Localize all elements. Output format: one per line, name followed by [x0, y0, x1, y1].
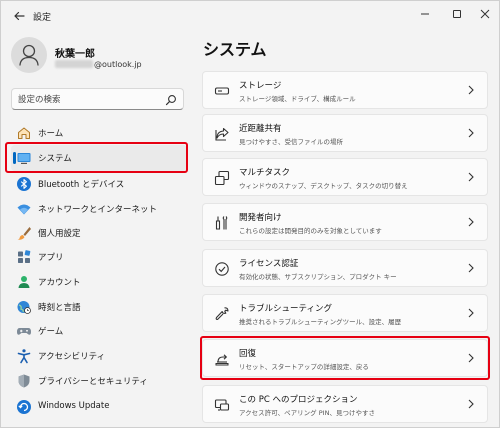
sidebar-item-home[interactable]: ホーム — [11, 120, 187, 146]
chevron-right-icon — [468, 128, 474, 138]
settings-window: 設定 秋葉一郎 @outlook.jp 設定の検索 ホーム システム Bluet… — [0, 0, 500, 428]
sidebar-item-label: 個人用設定 — [38, 229, 81, 239]
globe-clock-icon — [17, 301, 31, 314]
chevron-right-icon — [468, 353, 474, 363]
card-title: ライセンス認証 — [239, 259, 299, 269]
page-title: システム — [203, 40, 267, 59]
blurred-email-prefix — [55, 60, 93, 68]
maximize-button[interactable] — [444, 4, 470, 24]
user-name: 秋葉一郎 — [55, 49, 95, 60]
user-email-suffix: @outlook.jp — [94, 60, 142, 69]
card-multitasking[interactable]: マルチタスク ウィンドウのスナップ、デスクトップ、タスクの切り替え — [202, 158, 488, 196]
system-display-icon — [17, 153, 31, 164]
chevron-right-icon — [468, 263, 474, 273]
card-recovery[interactable]: 回復 リセット、スタートアップの詳細設定、戻る — [202, 339, 488, 377]
chevron-right-icon — [468, 85, 474, 95]
sidebar-item-label: ゲーム — [38, 327, 64, 337]
recovery-icon — [215, 354, 229, 366]
sidebar-item-label: ネットワークとインターネット — [38, 205, 158, 215]
sidebar-item-apps[interactable]: アプリ — [11, 244, 187, 270]
title-bar: 設定 — [1, 1, 499, 31]
card-activation[interactable]: ライセンス認証 有効化の状態、サブスクリプション、プロダクト キー — [202, 249, 488, 287]
sidebar-item-label: Windows Update — [38, 401, 110, 411]
settings-search-box[interactable] — [11, 88, 184, 110]
sidebar-item-label: 時刻と言語 — [38, 303, 81, 313]
sidebar-item-label: アクセシビリティ — [38, 352, 106, 362]
sidebar-item-label: システム — [38, 154, 72, 164]
card-title: トラブルシューティング — [239, 304, 332, 314]
sidebar-item-accessibility[interactable]: アクセシビリティ — [11, 343, 187, 369]
accessibility-icon — [17, 349, 31, 364]
sidebar-item-label: Bluetooth とデバイス — [38, 180, 125, 190]
close-button[interactable] — [472, 4, 498, 24]
card-nearby-sharing[interactable]: 近距離共有 見つけやすさ、受信ファイルの場所 — [202, 114, 488, 152]
sidebar-item-windows-update[interactable]: Windows Update — [11, 394, 187, 420]
search-icon[interactable] — [165, 94, 177, 106]
chevron-right-icon — [468, 172, 474, 182]
sidebar-item-privacy-security[interactable]: プライバシーとセキュリティ — [11, 368, 187, 394]
share-icon — [215, 127, 229, 141]
card-title: 回復 — [239, 349, 257, 359]
user-icon — [19, 44, 39, 66]
window-title: 設定 — [33, 13, 52, 23]
chevron-right-icon — [468, 217, 474, 227]
gamepad-icon — [17, 328, 31, 335]
card-description: アクセス許可、ペアリング PIN、見つけやすさ — [239, 409, 375, 417]
card-troubleshoot[interactable]: トラブルシューティング 推奨されるトラブルシューティングツール、設定、履歴 — [202, 294, 488, 332]
sidebar-item-bluetooth[interactable]: Bluetooth とデバイス — [11, 171, 187, 197]
brush-icon — [17, 227, 31, 240]
maximize-icon — [453, 10, 461, 18]
wifi-icon — [17, 204, 31, 215]
card-title: 開発者向け — [239, 213, 282, 223]
sidebar-item-accounts[interactable]: アカウント — [11, 269, 187, 295]
card-title: マルチタスク — [239, 168, 291, 178]
sidebar-item-time-language[interactable]: 時刻と言語 — [11, 294, 187, 320]
shield-icon — [18, 374, 30, 388]
card-for-developers[interactable]: 開発者向け これらの設定は開発目的のみを対象としています — [202, 203, 488, 241]
storage-drive-icon — [214, 87, 230, 95]
chevron-right-icon — [468, 308, 474, 318]
card-title: 近距離共有 — [239, 124, 282, 134]
bluetooth-icon — [17, 177, 31, 191]
multitask-icon — [214, 170, 230, 186]
card-title: この PC へのプロジェクション — [239, 395, 358, 405]
card-description: リセット、スタートアップの詳細設定、戻る — [239, 363, 369, 371]
sidebar-item-network[interactable]: ネットワークとインターネット — [11, 196, 187, 222]
card-storage[interactable]: ストレージ ストレージ領域、ドライブ、構成ルール — [202, 71, 488, 109]
sidebar-item-label: プライバシーとセキュリティ — [38, 377, 148, 387]
card-projecting-to-this-pc[interactable]: この PC へのプロジェクション アクセス許可、ペアリング PIN、見つけやすさ — [202, 385, 488, 423]
user-email: @outlook.jp — [55, 60, 142, 69]
card-description: ストレージ領域、ドライブ、構成ルール — [239, 95, 356, 103]
sidebar-item-system[interactable]: システム — [11, 145, 187, 171]
back-arrow-icon — [14, 11, 25, 21]
back-button[interactable] — [9, 7, 29, 25]
account-icon — [18, 276, 30, 288]
card-description: これらの設定は開発目的のみを対象としています — [239, 227, 382, 235]
activation-check-icon — [215, 262, 229, 276]
developer-tools-icon — [215, 216, 228, 230]
sidebar-item-personalization[interactable]: 個人用設定 — [11, 220, 187, 246]
projection-icon — [214, 399, 230, 411]
wrench-icon — [215, 307, 229, 321]
home-icon — [18, 127, 30, 139]
apps-icon — [18, 250, 31, 263]
chevron-right-icon — [468, 399, 474, 409]
card-description: ウィンドウのスナップ、デスクトップ、タスクの切り替え — [239, 182, 408, 190]
card-description: 推奨されるトラブルシューティングツール、設定、履歴 — [239, 318, 402, 326]
minimize-button[interactable] — [412, 4, 438, 24]
sidebar-item-label: アカウント — [38, 278, 81, 288]
windows-update-icon — [17, 400, 31, 414]
sidebar-item-label: ホーム — [38, 129, 64, 139]
card-description: 有効化の状態、サブスクリプション、プロダクト キー — [239, 273, 397, 281]
minimize-icon — [421, 13, 429, 15]
close-icon — [480, 9, 490, 19]
sidebar-item-gaming[interactable]: ゲーム — [11, 318, 187, 344]
avatar[interactable] — [11, 37, 47, 73]
search-input[interactable] — [18, 92, 158, 107]
card-description: 見つけやすさ、受信ファイルの場所 — [239, 138, 343, 146]
sidebar-item-label: アプリ — [38, 253, 64, 263]
card-title: ストレージ — [239, 81, 282, 91]
